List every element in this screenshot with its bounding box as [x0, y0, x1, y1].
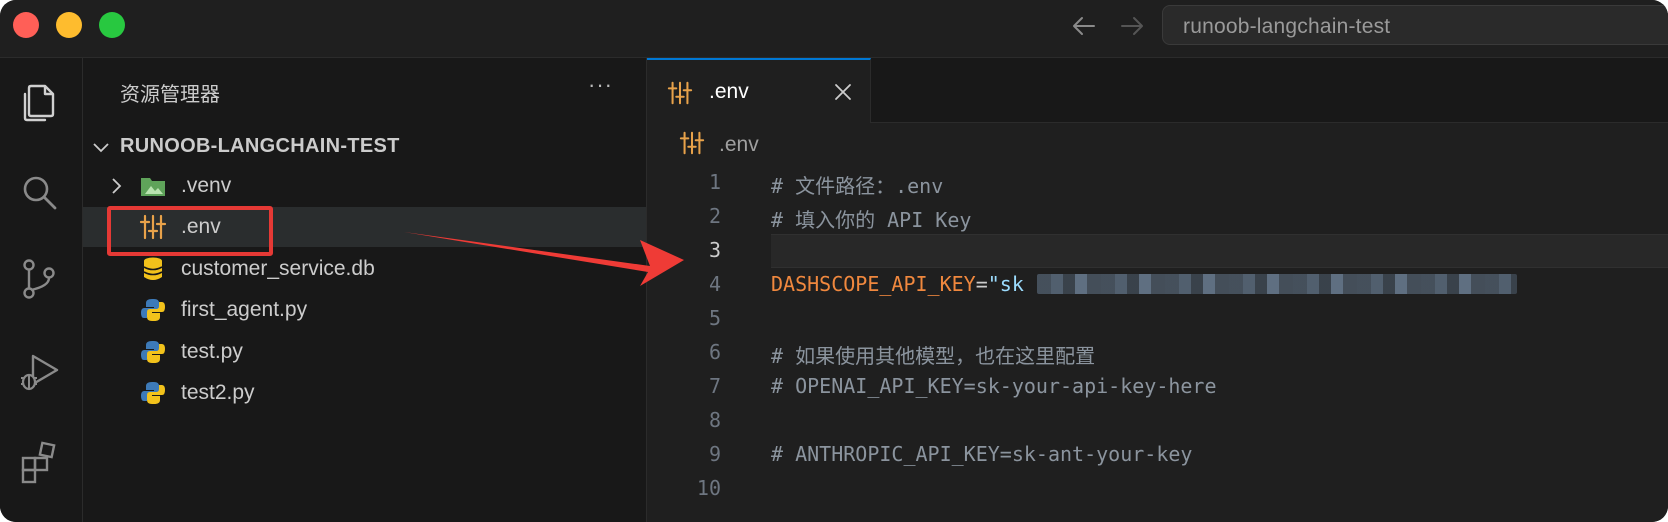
close-window-button[interactable] — [13, 12, 39, 38]
command-center-search[interactable]: runoob-langchain-test — [1162, 5, 1668, 45]
line-number: 8 — [708, 408, 721, 432]
annotation-highlight-box — [107, 206, 273, 256]
vscode-window: runoob-langchain-test 资源管理器 ··· RUNOOB-L… — [0, 0, 1668, 522]
chevron-right-icon — [112, 178, 122, 194]
folder-header[interactable]: RUNOOB-LANGCHAIN-TEST — [83, 132, 646, 162]
assign-operator: = — [975, 272, 988, 296]
chevron-down-icon — [93, 143, 109, 153]
breadcrumb-file: .env — [719, 133, 759, 156]
file-name: first_agent.py — [181, 298, 308, 321]
arrow-left-icon[interactable] — [1068, 10, 1100, 42]
env-value: "sk — [987, 272, 1024, 296]
folder-name: RUNOOB-LANGCHAIN-TEST — [120, 135, 400, 157]
code-line-2[interactable]: # 填入你的 API Key — [771, 204, 971, 233]
code-line-9[interactable]: # ANTHROPIC_API_KEY=sk-ant-your-key — [771, 442, 1192, 466]
line-number: 5 — [708, 306, 721, 330]
explorer-title: 资源管理器 — [120, 84, 220, 106]
folder-icon — [141, 178, 165, 196]
explorer-sidebar: 资源管理器 ··· RUNOOB-LANGCHAIN-TEST .venv .e… — [83, 58, 647, 522]
extensions-icon[interactable] — [17, 440, 61, 484]
python-icon — [141, 299, 165, 321]
code-line-1[interactable]: # 文件路径：.env — [771, 170, 943, 199]
files-icon[interactable] — [17, 80, 61, 124]
file-name: .venv — [181, 174, 232, 197]
close-icon[interactable] — [833, 82, 853, 102]
title-bar: runoob-langchain-test — [0, 0, 1668, 58]
file-name: customer_service.db — [181, 257, 375, 280]
file-name: test.py — [181, 340, 243, 363]
redacted-api-key — [1037, 274, 1517, 294]
line-number: 1 — [708, 170, 721, 194]
line-number: 3 — [708, 238, 721, 262]
zoom-window-button[interactable] — [99, 12, 125, 38]
python-icon — [141, 382, 165, 404]
current-line-highlight — [771, 234, 1668, 268]
line-number: 6 — [708, 340, 721, 364]
tab-strip: .env — [647, 58, 1668, 123]
activity-bar — [0, 58, 83, 522]
file-name: test2.py — [181, 381, 255, 404]
tab-label: .env — [709, 80, 749, 103]
more-actions-button[interactable]: ··· — [588, 72, 613, 98]
line-number: 7 — [708, 374, 721, 398]
code-line-6[interactable]: # 如果使用其他模型，也在这里配置 — [771, 340, 1095, 369]
tree-item-venv[interactable]: .venv — [83, 166, 646, 206]
database-icon — [143, 257, 163, 280]
tab-env[interactable]: .env — [647, 58, 871, 123]
python-icon — [141, 341, 165, 363]
run-debug-icon[interactable] — [17, 350, 61, 394]
env-key: DASHSCOPE_API_KEY — [771, 272, 976, 296]
tree-item-test-py[interactable]: test.py — [83, 332, 646, 372]
minimize-window-button[interactable] — [56, 12, 82, 38]
tree-item-first-agent-py[interactable]: first_agent.py — [83, 290, 646, 330]
env-settings-icon — [667, 81, 693, 105]
line-number: 10 — [696, 476, 721, 500]
tree-item-test2-py[interactable]: test2.py — [83, 373, 646, 413]
search-icon[interactable] — [17, 170, 61, 214]
code-line-7[interactable]: # OPENAI_API_KEY=sk-your-api-key-here — [771, 374, 1217, 398]
command-center-label: runoob-langchain-test — [1183, 15, 1391, 38]
source-control-icon[interactable] — [17, 256, 61, 300]
line-number: 4 — [708, 272, 721, 296]
arrow-right-icon[interactable] — [1116, 10, 1148, 42]
line-number: 2 — [708, 204, 721, 228]
code-line-4[interactable]: DASHSCOPE_API_KEY="sk — [771, 272, 1024, 296]
env-settings-icon — [679, 131, 705, 155]
line-number: 9 — [708, 442, 721, 466]
